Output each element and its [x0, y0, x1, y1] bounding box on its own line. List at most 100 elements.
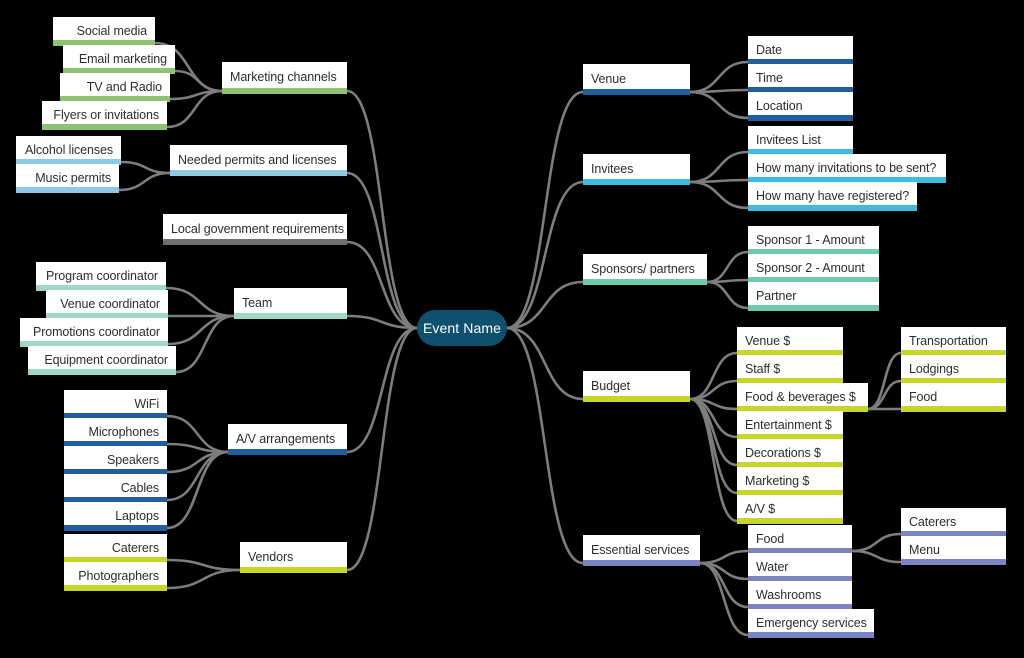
node-essential-services[interactable]: Essential services [583, 535, 700, 566]
node-label-sponsor-2-amount: Sponsor 2 - Amount [756, 260, 865, 275]
node-entertainment-cost[interactable]: Entertainment $ [737, 411, 843, 440]
node-tv-and-radio[interactable]: TV and Radio [60, 73, 170, 102]
connector [688, 150, 750, 184]
node-label-team: Team [242, 295, 273, 310]
node-photographers[interactable]: Photographers [64, 562, 167, 591]
node-wifi[interactable]: WiFi [64, 390, 167, 419]
root-node-label: Event Name [422, 320, 502, 336]
node-label-venue-coordinator: Venue coordinator [60, 296, 160, 311]
node-alcohol-licenses[interactable]: Alcohol licenses [16, 136, 121, 165]
node-label-tv-and-radio: TV and Radio [86, 79, 162, 94]
node-label-flyers-or-invitations: Flyers or invitations [53, 107, 159, 122]
node-equipment-coordinator[interactable]: Equipment coordinator [28, 346, 176, 375]
node-menu[interactable]: Menu [901, 536, 1006, 565]
node-venue-coordinator[interactable]: Venue coordinator [46, 290, 168, 319]
connector [173, 69, 224, 93]
node-label-location: Location [756, 98, 803, 113]
node-label-photographers: Photographers [78, 568, 159, 583]
node-how-many-registered[interactable]: How many have registered? [748, 182, 917, 211]
node-budget[interactable]: Budget [583, 371, 690, 402]
node-vendors[interactable]: Vendors [240, 542, 347, 573]
node-marketing-cost[interactable]: Marketing $ [737, 467, 843, 496]
node-label-caterers-right: Caterers [909, 514, 957, 529]
node-promotions-coordinator[interactable]: Promotions coordinator [20, 318, 168, 347]
connector [165, 450, 230, 474]
node-invitees-list[interactable]: Invitees List [748, 126, 853, 155]
connector [168, 89, 224, 101]
node-label-food-service: Food [756, 531, 785, 546]
node-accent-bar-sponsors-partners [583, 279, 707, 285]
connector [698, 561, 750, 637]
node-label-sponsor-1-amount: Sponsor 1 - Amount [756, 232, 865, 247]
node-label-av-arrangements: A/V arrangements [236, 431, 336, 446]
node-accent-bar-how-many-registered [748, 205, 917, 211]
node-program-coordinator[interactable]: Program coordinator [36, 262, 166, 291]
node-sponsor-1-amount[interactable]: Sponsor 1 - Amount [748, 226, 879, 255]
connector [698, 561, 750, 609]
node-flyers-or-invitations[interactable]: Flyers or invitations [42, 101, 167, 130]
connector [164, 286, 236, 318]
node-av-arrangements[interactable]: A/V arrangements [228, 424, 347, 455]
node-lodgings[interactable]: Lodgings [901, 355, 1006, 384]
node-location[interactable]: Location [748, 92, 853, 121]
node-microphones[interactable]: Microphones [64, 418, 167, 447]
node-accent-bar-equipment-coordinator [28, 369, 176, 375]
node-partner[interactable]: Partner [748, 282, 879, 311]
node-social-media[interactable]: Social media [53, 17, 155, 46]
connector [698, 549, 750, 565]
node-marketing-channels[interactable]: Marketing channels [222, 62, 347, 94]
node-emergency-services[interactable]: Emergency services [748, 609, 874, 638]
node-local-gov-req[interactable]: Local government requirements [163, 214, 347, 245]
node-food-service[interactable]: Food [748, 525, 852, 554]
connector [165, 450, 230, 502]
node-label-invitees: Invitees [591, 161, 634, 176]
connector [850, 532, 903, 553]
node-av-cost[interactable]: A/V $ [737, 495, 843, 524]
mindmap-canvas: Social media Email marketing TV and Radio F… [0, 0, 1024, 658]
root-node[interactable]: Event Name [417, 310, 507, 346]
node-venue-cost[interactable]: Venue $ [737, 327, 843, 356]
node-decorations-cost[interactable]: Decorations $ [737, 439, 843, 468]
node-label-staff-cost: Staff $ [745, 361, 781, 376]
node-staff-cost[interactable]: Staff $ [737, 355, 843, 384]
node-transportation[interactable]: Transportation [901, 327, 1006, 356]
node-venue[interactable]: Venue [583, 64, 690, 95]
connector [165, 442, 230, 454]
node-date[interactable]: Date [748, 36, 853, 65]
connector [345, 326, 419, 454]
connector [119, 160, 172, 175]
node-label-how-many-registered: How many have registered? [756, 188, 910, 203]
node-how-many-invitations[interactable]: How many invitations to be sent? [748, 154, 946, 183]
connector [505, 326, 585, 401]
node-sponsors-partners[interactable]: Sponsors/ partners [583, 254, 707, 285]
node-laptops[interactable]: Laptops [64, 502, 167, 531]
node-label-emergency-services: Emergency services [756, 615, 867, 630]
node-email-marketing[interactable]: Email marketing [63, 45, 175, 74]
node-label-venue-cost: Venue $ [745, 333, 791, 348]
node-sponsor-2-amount[interactable]: Sponsor 2 - Amount [748, 254, 879, 283]
node-invitees[interactable]: Invitees [583, 154, 690, 185]
node-team[interactable]: Team [234, 288, 347, 319]
connector [165, 414, 230, 454]
node-water[interactable]: Water [748, 553, 852, 582]
connector [345, 326, 419, 572]
connector [688, 90, 750, 120]
connector [866, 379, 903, 411]
connector [345, 89, 419, 330]
node-accent-bar-av-arrangements [228, 449, 347, 455]
node-music-permits[interactable]: Music permits [16, 164, 119, 193]
node-cables[interactable]: Cables [64, 474, 167, 503]
node-speakers[interactable]: Speakers [64, 446, 167, 475]
node-accent-bar-menu [901, 559, 1006, 565]
node-time[interactable]: Time [748, 64, 853, 93]
connector [688, 180, 750, 210]
node-food-beverages-cost[interactable]: Food & beverages $ [737, 383, 868, 412]
node-accent-bar-partner [748, 305, 879, 311]
node-caterers-right[interactable]: Caterers [901, 508, 1006, 537]
node-needed-permits[interactable]: Needed permits and licenses [170, 145, 347, 176]
connector [688, 397, 739, 523]
node-caterers-left[interactable]: Caterers [64, 534, 167, 563]
node-food-budget[interactable]: Food [901, 383, 1006, 412]
node-label-date: Date [756, 42, 783, 57]
node-washrooms[interactable]: Washrooms [748, 581, 852, 610]
